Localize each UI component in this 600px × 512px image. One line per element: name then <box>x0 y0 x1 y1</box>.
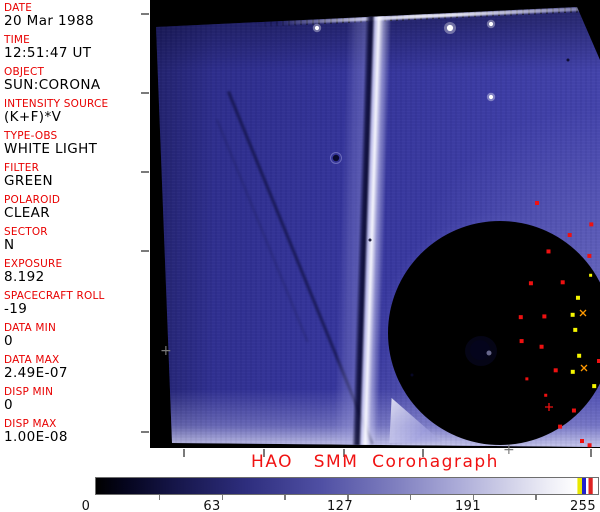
pylon-top-bloom <box>396 7 434 14</box>
field-value: 2.49E-07 <box>4 365 68 381</box>
field-value: CLEAR <box>4 205 51 221</box>
colorbar-label: 127 <box>326 499 354 512</box>
colorbar-tick <box>409 495 412 500</box>
colorbar-tick <box>158 495 161 500</box>
field-value: (K+F)*V <box>4 109 62 125</box>
metadata-field: OBJECT SUN:CORONA <box>4 66 150 93</box>
colorbar-label: 255 <box>569 499 597 512</box>
left-axis-tick <box>141 13 149 15</box>
field-value: 12:51:47 UT <box>4 45 92 61</box>
field-value: 0 <box>4 333 13 349</box>
occulter-disk <box>388 221 600 445</box>
metadata-field: DATA MAX 2.49E-07 <box>4 354 150 381</box>
colorbar-label: 0 <box>81 499 91 512</box>
field-value: N <box>4 237 15 253</box>
field-value: WHITE LIGHT <box>4 141 98 157</box>
field-value: 20 Mar 1988 <box>4 13 94 29</box>
smm-coronagraph-viewer: DATE 20 Mar 1988 TIME 12:51:47 UT OBJECT SUN:… <box>0 0 600 512</box>
colorbar-tick <box>284 495 286 500</box>
left-axis-tick <box>141 250 149 252</box>
metadata-sidebar: DATE 20 Mar 1988 TIME 12:51:47 UT OBJECT SUN:… <box>0 0 150 450</box>
coronagraph-image <box>150 0 600 448</box>
metadata-field: DATA MIN 0 <box>4 322 150 349</box>
field-value: SUN:CORONA <box>4 77 101 93</box>
metadata-field: SECTOR N <box>4 226 150 253</box>
left-axis-tick <box>141 431 149 433</box>
colorbar-label: 63 <box>203 499 221 512</box>
metadata-field: DATE 20 Mar 1988 <box>4 2 150 29</box>
colorbar-label: 191 <box>454 499 482 512</box>
field-value: GREEN <box>4 173 53 189</box>
metadata-field: DISP MAX 1.00E-08 <box>4 418 150 445</box>
metadata-field: POLAROID CLEAR <box>4 194 150 221</box>
metadata-field: TYPE-OBS WHITE LIGHT <box>4 130 150 157</box>
metadata-field: TIME 12:51:47 UT <box>4 34 150 61</box>
axis-cross-mark: + <box>160 343 172 359</box>
metadata-field: INTENSITY SOURCE (K+F)*V <box>4 98 150 125</box>
left-axis-tick <box>141 92 149 94</box>
image-frame <box>156 7 600 447</box>
left-axis-tick <box>141 171 149 173</box>
field-value: 8.192 <box>4 269 45 285</box>
top-edge-bloom <box>292 7 318 13</box>
colorbar-tick <box>221 495 223 500</box>
metadata-field: SPACECRAFT ROLL -19 <box>4 290 150 317</box>
image-title: HAO SMM Coronagraph <box>251 452 499 472</box>
metadata-field: FILTER GREEN <box>4 162 150 189</box>
field-value: -19 <box>4 301 28 317</box>
metadata-field: EXPOSURE 8.192 <box>4 258 150 285</box>
field-value: 1.00E-08 <box>4 429 68 445</box>
colorbar-tick <box>535 495 537 500</box>
field-value: 0 <box>4 397 13 413</box>
field-label: DISP MIN <box>4 386 54 398</box>
field-label: DATA MIN <box>4 322 56 334</box>
field-label: SECTOR <box>4 226 48 238</box>
metadata-field: DISP MIN 0 <box>4 386 150 413</box>
colorbar-gradient <box>95 477 599 495</box>
